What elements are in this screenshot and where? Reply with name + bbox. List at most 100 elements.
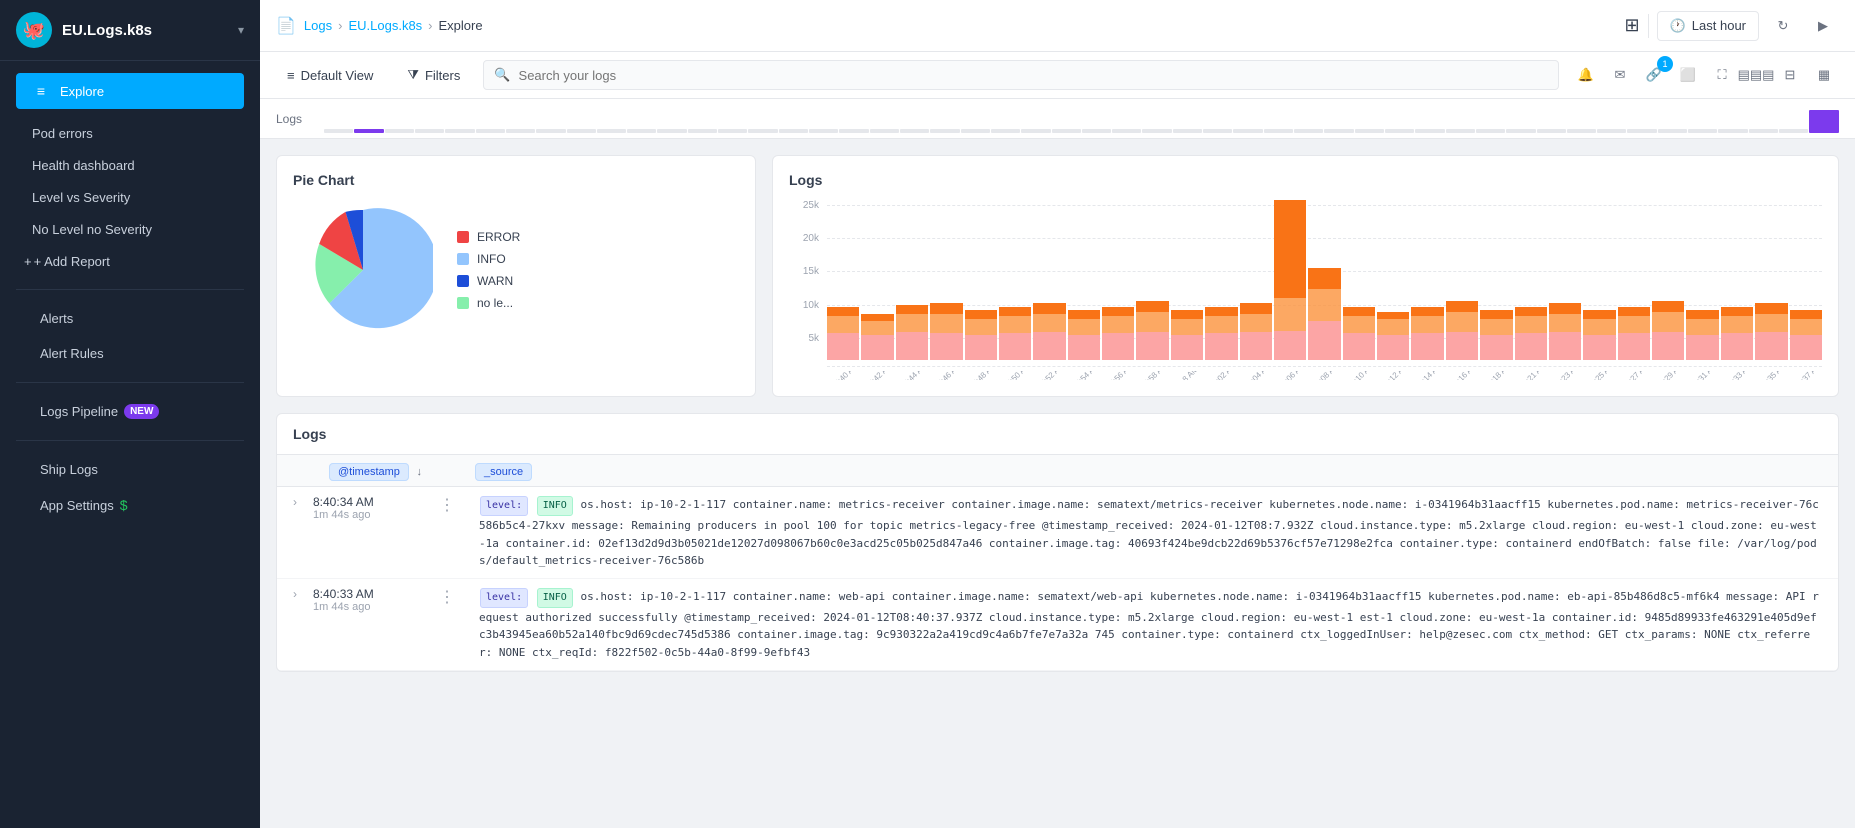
- table-button[interactable]: ▦: [1809, 60, 1839, 90]
- more-options-icon[interactable]: ⋮: [439, 587, 463, 607]
- source-tag[interactable]: _source: [475, 463, 532, 481]
- new-badge: NEW: [124, 404, 159, 419]
- bar-warn: [1136, 312, 1168, 332]
- monitor-button[interactable]: ⬜: [1673, 60, 1703, 90]
- bar-group: [1549, 200, 1581, 360]
- add-report-label: + Add Report: [34, 254, 110, 269]
- bar-group: [1515, 200, 1547, 360]
- sidebar-item-logs-pipeline[interactable]: Logs Pipeline NEW: [16, 396, 244, 427]
- main-panel: 📄 Logs › EU.Logs.k8s › Explore ⊞ 🕐 Last …: [260, 0, 1855, 828]
- sidebar-item-no-level-severity[interactable]: No Level no Severity: [8, 214, 252, 245]
- timestamp-tag[interactable]: @timestamp: [329, 463, 409, 481]
- grid-dash: [827, 366, 1822, 367]
- timeline-bar-item: [1142, 129, 1171, 133]
- refresh-button[interactable]: ↻: [1767, 10, 1799, 42]
- timeline-bar-item: [597, 129, 626, 133]
- more-options-icon[interactable]: ⋮: [439, 495, 463, 515]
- default-view-button[interactable]: ≡ Default View: [276, 62, 384, 89]
- clock-icon: 🕐: [1670, 18, 1686, 34]
- timeline-bar-item: [991, 129, 1020, 133]
- timeline-bar-item: [445, 129, 474, 133]
- timeline-bar-item: [567, 129, 596, 133]
- x-label: 8:04 AM: [1244, 371, 1273, 380]
- x-label: 8:18 AM: [1485, 371, 1514, 380]
- bar-error: [1377, 312, 1409, 319]
- legend-label: ERROR: [477, 230, 520, 244]
- timeline-bar-item: [748, 129, 777, 133]
- bar-info: [1033, 332, 1065, 360]
- bell-button[interactable]: 🔔: [1571, 60, 1601, 90]
- sidebar-item-alerts[interactable]: Alerts: [16, 303, 244, 334]
- grid-icon[interactable]: ⊞: [1625, 15, 1640, 36]
- sidebar-item-alert-rules[interactable]: Alert Rules: [16, 338, 244, 369]
- bar-info: [1205, 333, 1237, 360]
- bar-group: [1068, 200, 1100, 360]
- sidebar-item-ship-logs[interactable]: Ship Logs: [16, 454, 244, 485]
- bar-error: [1721, 307, 1753, 316]
- legend-color: [457, 253, 469, 265]
- log-timestamp: 8:40:34 AM: [313, 495, 423, 509]
- timeline-bar-item: [354, 129, 383, 133]
- bar-group: [1446, 200, 1478, 360]
- expand-button[interactable]: ›: [293, 495, 297, 509]
- sidebar-item-level-vs-severity[interactable]: Level vs Severity: [8, 182, 252, 213]
- bar-error: [1790, 310, 1822, 319]
- x-label: 7:50 AM: [1004, 371, 1033, 380]
- breadcrumb-sep-2: ›: [428, 18, 432, 33]
- time-range-button[interactable]: 🕐 Last hour: [1657, 11, 1759, 41]
- breadcrumb-app[interactable]: EU.Logs.k8s: [348, 18, 422, 33]
- breadcrumb-logs[interactable]: Logs: [304, 18, 332, 33]
- link-button[interactable]: 🔗 1: [1639, 60, 1669, 90]
- bar-error: [1102, 307, 1134, 316]
- x-label: 8:10 AM: [1347, 371, 1376, 380]
- level-value-tag[interactable]: INFO: [537, 496, 573, 516]
- level-key-tag[interactable]: level:: [480, 588, 528, 608]
- pie-chart-svg: [293, 200, 433, 340]
- timeline-bar-item: [1082, 129, 1111, 133]
- bar-info: [1686, 335, 1718, 360]
- chevron-down-icon[interactable]: ▾: [238, 23, 244, 37]
- bar-info: [1308, 321, 1340, 360]
- bar-group: [1102, 200, 1134, 360]
- sidebar-item-app-settings[interactable]: App Settings $: [16, 489, 244, 521]
- timeline-chart[interactable]: [324, 105, 1839, 133]
- timeline-bar-item: [930, 129, 959, 133]
- search-input[interactable]: [519, 68, 1548, 83]
- timeline-bar-item: [385, 129, 414, 133]
- expand-button[interactable]: ›: [293, 587, 297, 601]
- bar-warn: [1446, 312, 1478, 332]
- sidebar-item-pod-errors[interactable]: Pod errors: [8, 118, 252, 149]
- log-rows-container: › 8:40:34 AM 1m 44s ago ⋮ level: INFO os…: [277, 487, 1838, 671]
- bar-group: [965, 200, 997, 360]
- y-label: 5k: [789, 333, 819, 344]
- bar-group: [1343, 200, 1375, 360]
- sidebar-item-health-dashboard[interactable]: Health dashboard: [8, 150, 252, 181]
- bars-button[interactable]: ▤▤▤: [1741, 60, 1771, 90]
- timeline-bar-item: [1415, 129, 1444, 133]
- bar-info: [896, 332, 928, 360]
- timeline-bar-item: [1658, 129, 1687, 133]
- bar-warn: [1068, 319, 1100, 335]
- sidebar-divider-1: [16, 289, 244, 290]
- level-key-tag[interactable]: level:: [480, 496, 528, 516]
- bar-info: [1377, 335, 1409, 360]
- y-label: 25k: [789, 200, 819, 211]
- columns-button[interactable]: ⊟: [1775, 60, 1805, 90]
- level-value-tag[interactable]: INFO: [537, 588, 573, 608]
- x-label: 8:14 AM: [1416, 371, 1445, 380]
- filters-button[interactable]: ⧩ Filters: [396, 61, 471, 89]
- sidebar-item-explore[interactable]: ≡ Explore: [16, 73, 244, 109]
- bar-info: [1343, 333, 1375, 360]
- bar-error: [1480, 310, 1512, 319]
- x-label: 8:27 AM: [1622, 371, 1651, 380]
- mail-button[interactable]: ✉: [1605, 60, 1635, 90]
- log-meta: 8:40:34 AM 1m 44s ago: [313, 495, 423, 521]
- log-meta: 8:40:33 AM 1m 44s ago: [313, 587, 423, 613]
- legend-label: no le...: [477, 296, 513, 310]
- play-button[interactable]: ▶: [1807, 10, 1839, 42]
- expand-button[interactable]: ⛶: [1707, 60, 1737, 90]
- bar-group: [1721, 200, 1753, 360]
- bar-error: [1515, 307, 1547, 316]
- add-report-button[interactable]: + + Add Report: [0, 246, 260, 277]
- bar-error: [1755, 303, 1787, 314]
